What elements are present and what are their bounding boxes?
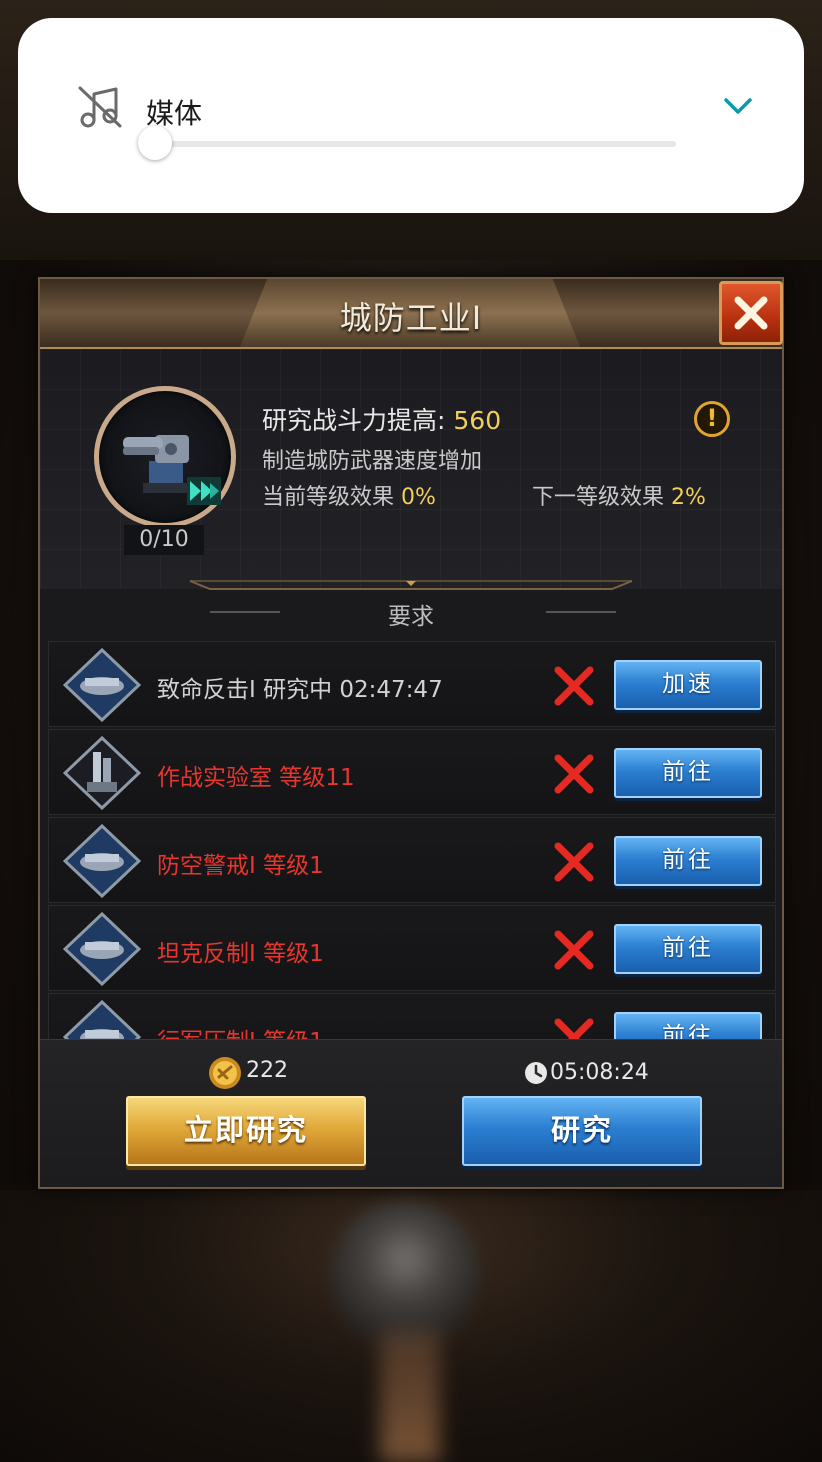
dialog-title: 城防工业I bbox=[339, 299, 483, 337]
research-button[interactable]: 研究 bbox=[462, 1096, 702, 1166]
go-to-button[interactable]: 前往 bbox=[614, 924, 762, 974]
tech-icon bbox=[63, 824, 141, 898]
close-button[interactable] bbox=[719, 281, 783, 345]
upgrade-arrows-icon bbox=[187, 477, 221, 505]
research-footer: 222 05:08:24 立即研究 研究 bbox=[40, 1039, 782, 1187]
requirement-row: 坦克反制I 等级1 前往 bbox=[48, 905, 776, 991]
gold-cost: 222 bbox=[246, 1058, 288, 1083]
unmet-x-icon bbox=[554, 842, 594, 882]
research-description: 制造城防武器速度增加 bbox=[262, 449, 483, 474]
requirement-text: 致命反击I 研究中 02:47:47 bbox=[157, 677, 443, 703]
close-icon bbox=[734, 296, 768, 330]
research-dialog: 城防工业I 0/10 研究战斗力提高: 560 制造城防武器速度增加 当前等级效… bbox=[38, 277, 784, 1189]
info-icon[interactable]: ! bbox=[694, 401, 730, 437]
unmet-x-icon bbox=[554, 754, 594, 794]
clock-icon bbox=[525, 1062, 547, 1084]
requirement-row: 作战实验室 等级11 前往 bbox=[48, 729, 776, 815]
speed-up-button[interactable]: 加速 bbox=[614, 660, 762, 710]
volume-slider-track[interactable] bbox=[154, 141, 676, 147]
unmet-x-icon bbox=[554, 666, 594, 706]
power-increase: 研究战斗力提高: 560 bbox=[262, 401, 501, 437]
power-increase-label: 研究战斗力提高: bbox=[262, 406, 446, 435]
next-effect-value: 2% bbox=[671, 485, 706, 510]
go-to-button[interactable]: 前往 bbox=[614, 748, 762, 798]
gold-coin-icon bbox=[209, 1057, 241, 1089]
next-level-effect: 下一等级效果 2% bbox=[532, 479, 706, 511]
building-icon bbox=[63, 736, 141, 810]
background-glow bbox=[380, 1330, 440, 1462]
requirement-text: 坦克反制I 等级1 bbox=[157, 941, 324, 967]
volume-panel: 媒体 bbox=[18, 18, 804, 213]
music-muted-icon[interactable] bbox=[76, 84, 124, 130]
requirements-list[interactable]: 致命反击I 研究中 02:47:47 加速 作战实验室 等级11 前往 防空警戒… bbox=[48, 641, 776, 1039]
tech-icon bbox=[63, 1000, 141, 1039]
chevron-down-icon[interactable] bbox=[720, 90, 756, 120]
research-info: 0/10 研究战斗力提高: 560 制造城防武器速度增加 当前等级效果 0% 下… bbox=[40, 349, 782, 589]
current-effect-value: 0% bbox=[401, 485, 436, 510]
requirement-text: 作战实验室 等级11 bbox=[157, 765, 355, 791]
next-effect-label: 下一等级效果 bbox=[532, 485, 665, 510]
power-increase-value: 560 bbox=[453, 406, 502, 435]
research-unit-portrait bbox=[94, 386, 236, 528]
go-to-button[interactable]: 前往 bbox=[614, 1012, 762, 1039]
background-orb bbox=[330, 1200, 480, 1350]
tech-icon bbox=[63, 648, 141, 722]
requirement-row: 行军压制I 等级1 前往 bbox=[48, 993, 776, 1039]
requirements-line-right bbox=[546, 611, 616, 613]
instant-research-button[interactable]: 立即研究 bbox=[126, 1096, 366, 1166]
research-time: 05:08:24 bbox=[550, 1060, 649, 1085]
section-divider bbox=[189, 580, 633, 590]
current-effect-label: 当前等级效果 bbox=[262, 485, 395, 510]
requirement-row: 防空警戒I 等级1 前往 bbox=[48, 817, 776, 903]
research-level-progress: 0/10 bbox=[124, 525, 204, 555]
current-level-effect: 当前等级效果 0% bbox=[262, 479, 436, 511]
tech-icon bbox=[63, 912, 141, 986]
requirement-row: 致命反击I 研究中 02:47:47 加速 bbox=[48, 641, 776, 727]
requirement-text: 防空警戒I 等级1 bbox=[157, 853, 324, 879]
unmet-x-icon bbox=[554, 1018, 594, 1039]
go-to-button[interactable]: 前往 bbox=[614, 836, 762, 886]
unmet-x-icon bbox=[554, 930, 594, 970]
volume-slider-knob[interactable] bbox=[138, 126, 172, 160]
requirements-title: 要求 bbox=[388, 604, 434, 630]
requirement-text: 行军压制I 等级1 bbox=[157, 1022, 324, 1039]
dialog-header: 城防工业I bbox=[40, 279, 782, 349]
